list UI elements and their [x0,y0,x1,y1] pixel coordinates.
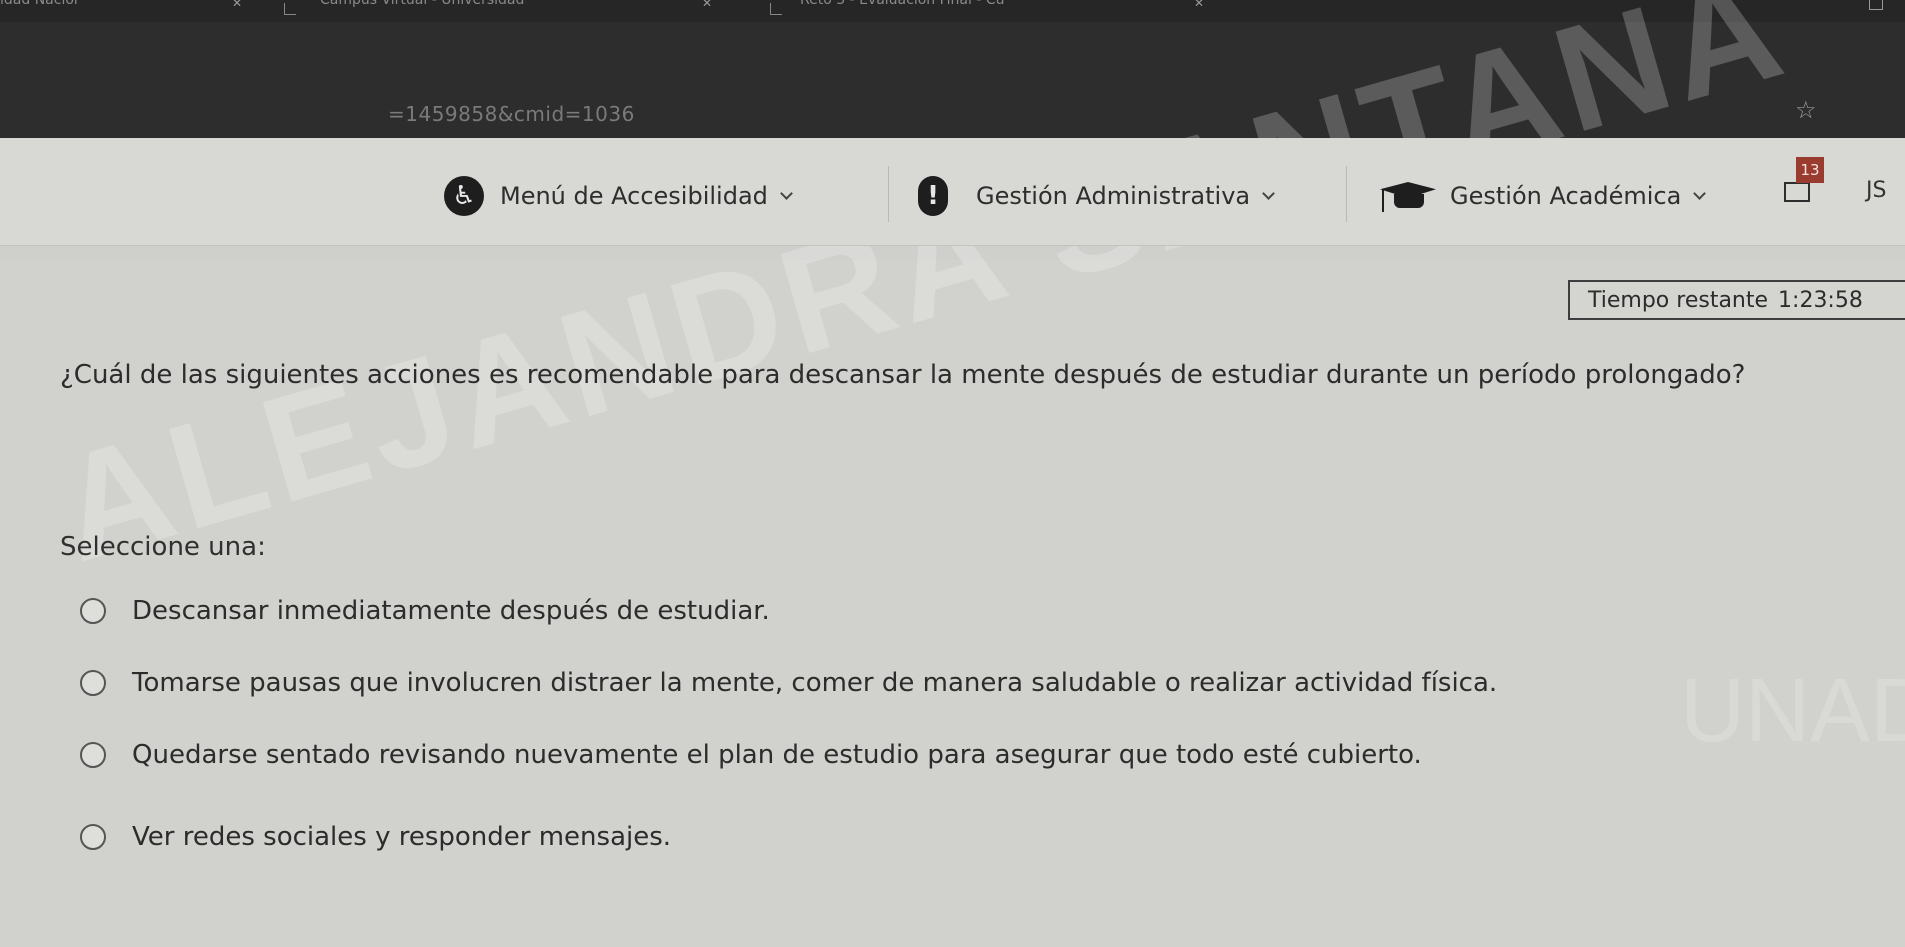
accessibility-icon: ♿ [444,176,484,216]
close-icon[interactable]: ✕ [232,0,242,10]
academic-menu-label: Gestión Académica [1450,182,1682,210]
time-remaining-label: Tiempo restante [1588,287,1769,313]
time-remaining-box: Tiempo restante 1:23:58 [1568,280,1905,320]
answer-option-label: Tomarse pausas que involucren distraer l… [132,668,1498,698]
close-icon[interactable]: ✕ [702,0,712,10]
answer-option[interactable]: Ver redes sociales y responder mensajes. [80,822,671,852]
radio-button[interactable] [80,742,106,768]
site-navbar: ♿ Menú de Accesibilidad ! Gestión Admini… [0,138,1905,246]
tab-title: Reto 3 - Evaluación Final - Cu [800,0,1005,8]
browser-tab[interactable]: Campus Virtual - Universidad [320,0,524,22]
radio-button[interactable] [80,598,106,624]
time-remaining-value: 1:23:58 [1778,287,1863,313]
accessibility-menu-label: Menú de Accesibilidad [500,182,768,210]
window-restore-icon[interactable] [1869,0,1883,10]
select-one-prompt: Seleccione una: [60,532,266,562]
nav-divider [888,166,889,222]
answer-option-label: Quedarse sentado revisando nuevamente el… [132,740,1422,770]
radio-button[interactable] [80,824,106,850]
chevron-down-icon [780,186,793,200]
tab-audio-icon [284,3,296,15]
browser-address-bar: =1459858&cmid=1036 ☆ [0,22,1905,138]
answer-option[interactable]: Quedarse sentado revisando nuevamente el… [80,740,1422,770]
browser-tab[interactable]: idad Nacior [0,0,80,22]
tab-title: Campus Virtual - Universidad [320,0,525,8]
academic-menu[interactable]: Gestión Académica [1376,176,1707,216]
accessibility-menu[interactable]: ♿ Menú de Accesibilidad [444,176,793,216]
answer-option-label: Ver redes sociales y responder mensajes. [132,822,672,852]
answer-option[interactable]: Tomarse pausas que involucren distraer l… [80,668,1497,698]
chevron-down-icon [1693,186,1707,200]
chevron-down-icon [1262,186,1275,200]
messages-count-badge: 13 [1796,157,1824,183]
answer-option[interactable]: Descansar inmediatamente después de estu… [80,596,770,626]
question-text: ¿Cuál de las siguientes acciones es reco… [60,360,1746,390]
bookmark-star-icon[interactable]: ☆ [1795,96,1817,124]
nav-divider [1346,166,1347,222]
radio-button[interactable] [80,670,106,696]
graduation-cap-icon [1376,176,1440,216]
close-icon[interactable]: ✕ [1194,0,1204,10]
tab-audio-icon [770,3,782,15]
administrative-menu[interactable]: ! Gestión Administrativa [918,176,1275,216]
browser-tab-active[interactable]: Reto 3 - Evaluación Final - Cu [800,0,1004,22]
tab-title: idad Nacior [0,0,80,8]
browser-tab-strip: idad Nacior ✕ Campus Virtual - Universid… [0,0,1905,22]
url-text[interactable]: =1459858&cmid=1036 [388,102,635,126]
unad-watermark-logo: UNAD [1680,661,1905,761]
alert-icon: ! [918,176,948,216]
user-avatar-initials[interactable]: JS [1866,178,1886,203]
envelope-icon [1784,182,1810,202]
administrative-menu-label: Gestión Administrativa [976,182,1251,210]
answer-option-label: Descansar inmediatamente después de estu… [132,596,770,626]
